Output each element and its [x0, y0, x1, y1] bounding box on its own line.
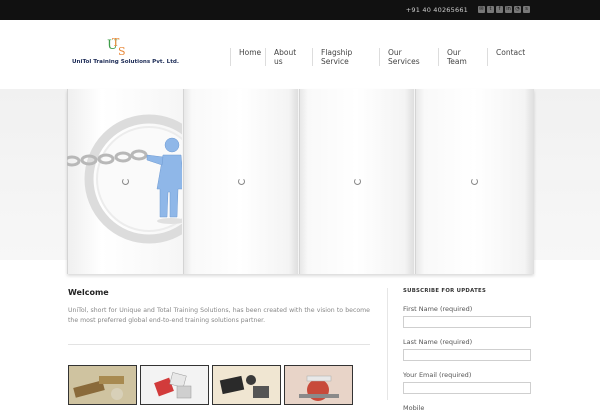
phone-number: +91 40 40265661 — [405, 6, 468, 14]
last-name-input[interactable] — [403, 349, 531, 361]
email-input[interactable] — [403, 382, 531, 394]
nav-item-our-team[interactable]: Our Team — [438, 48, 487, 66]
nav-item-home[interactable]: Home — [230, 48, 265, 66]
email-label: Your Email (required) — [403, 371, 472, 379]
nav-item-our-services[interactable]: Our Services — [379, 48, 438, 66]
loading-spinner-icon — [354, 178, 361, 185]
subscribe-heading: SUBSCRIBE FOR UPDATES — [403, 288, 487, 294]
thumbnail-image[interactable] — [140, 365, 209, 405]
column-divider — [387, 288, 388, 400]
welcome-text: UniTol, short for Unique and Total Train… — [68, 307, 370, 324]
top-bar: +91 40 40265661 ✉ t f in ◔ s — [0, 0, 600, 20]
main-nav: Home About us Flagship Service Our Servi… — [230, 48, 529, 66]
svg-text:S: S — [118, 45, 126, 57]
mail-icon[interactable]: ✉ — [478, 6, 485, 13]
linkedin-icon[interactable]: in — [505, 6, 512, 13]
mobile-label: Mobile — [403, 404, 425, 412]
company-logo[interactable]: U T S — [106, 35, 128, 57]
first-name-input[interactable] — [403, 316, 531, 328]
facebook-icon[interactable]: f — [496, 6, 503, 13]
twitter-icon[interactable]: t — [487, 6, 494, 13]
first-name-label: First Name (required) — [403, 305, 473, 313]
thumbnail-row — [68, 365, 353, 405]
loading-spinner-icon — [238, 178, 245, 185]
loading-spinner-icon — [471, 178, 478, 185]
thumbnail-image[interactable] — [212, 365, 281, 405]
social-links: ✉ t f in ◔ s — [478, 6, 530, 13]
welcome-heading: Welcome — [68, 288, 109, 297]
thumbnail-image[interactable] — [284, 365, 353, 405]
nav-item-flagship-service[interactable]: Flagship Service — [312, 48, 379, 66]
image-slider[interactable] — [63, 89, 534, 274]
subscribe-widget: SUBSCRIBE FOR UPDATES First Name (requir… — [403, 288, 531, 415]
loading-spinner-icon — [122, 178, 129, 185]
rss-icon[interactable]: ◔ — [514, 6, 521, 13]
last-name-label: Last Name (required) — [403, 338, 473, 346]
nav-item-contact[interactable]: Contact — [487, 48, 529, 66]
thumbnail-image[interactable] — [68, 365, 137, 405]
welcome-section: Welcome UniTol, short for Unique and Tot… — [68, 288, 370, 326]
skype-icon[interactable]: s — [523, 6, 530, 13]
section-divider — [68, 344, 370, 345]
nav-item-about-us[interactable]: About us — [265, 48, 312, 66]
company-name: UniTol Training Solutions Pvt. Ltd. — [72, 59, 180, 65]
